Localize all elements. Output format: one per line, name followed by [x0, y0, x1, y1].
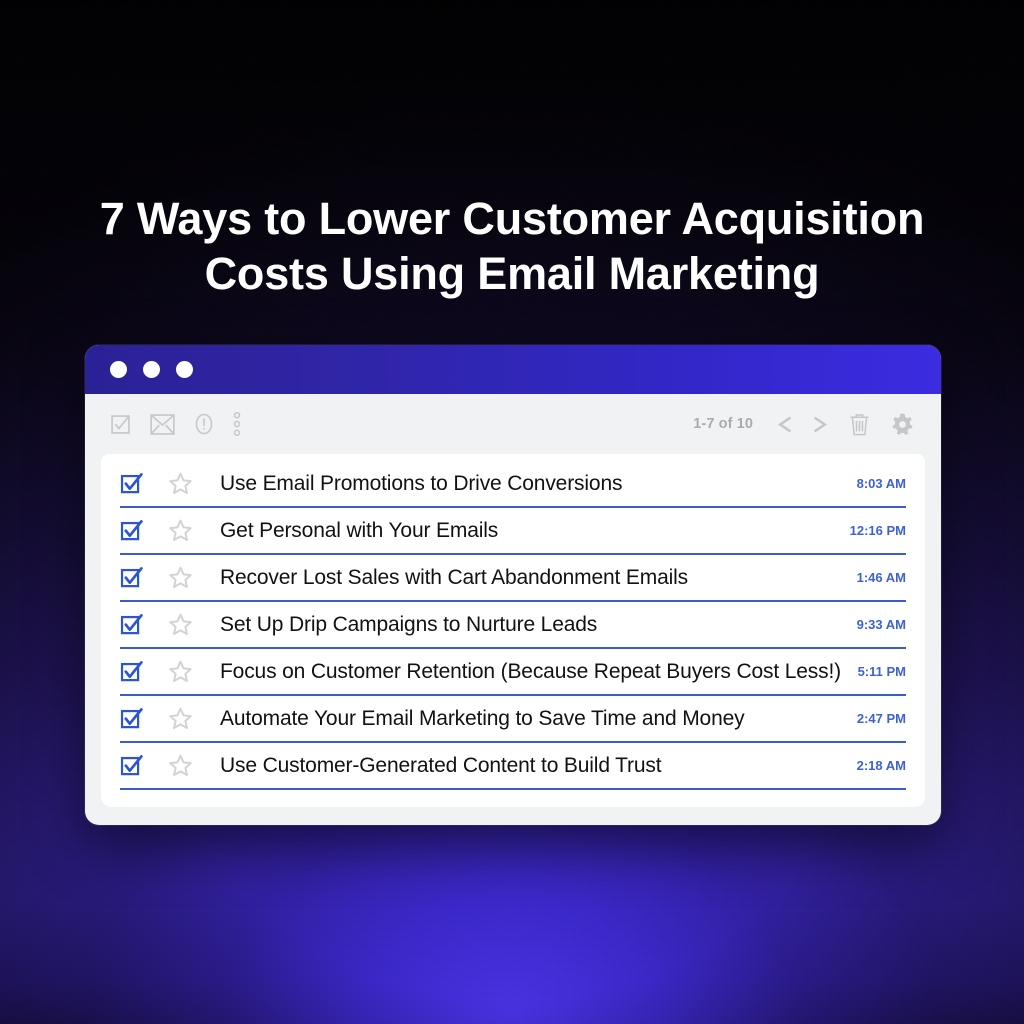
message-star-icon[interactable] [168, 706, 220, 731]
message-select-checkbox-icon[interactable] [120, 519, 168, 543]
poster-canvas: 7 Ways to Lower Customer Acquisition Cos… [0, 0, 1024, 1024]
message-star-icon[interactable] [168, 659, 220, 684]
message-subject: Get Personal with Your Emails [220, 518, 499, 542]
message-star-icon[interactable] [168, 753, 220, 778]
message-row[interactable]: Set Up Drip Campaigns to Nurture Leads 9:… [120, 602, 906, 649]
mark-as-unread-envelope-icon[interactable] [150, 413, 175, 435]
window-dot-maximize-icon[interactable] [176, 361, 193, 378]
message-row[interactable]: Use Customer-Generated Content to Build … [120, 743, 906, 790]
window-dot-minimize-icon[interactable] [143, 361, 160, 378]
message-select-checkbox-icon[interactable] [120, 707, 168, 731]
previous-page-chevron-left-icon[interactable] [776, 415, 793, 434]
mailbox-toolbar: 1-7 of 10 [85, 394, 941, 454]
toolbar-actions-left [109, 411, 241, 437]
message-timestamp: 9:33 AM [856, 617, 906, 632]
message-star-icon[interactable] [168, 612, 220, 637]
page-title: 7 Ways to Lower Customer Acquisition Cos… [0, 192, 1024, 302]
message-timestamp: 12:16 PM [849, 523, 906, 538]
message-star-icon[interactable] [168, 471, 220, 496]
select-all-checkbox-icon[interactable] [109, 413, 132, 436]
window-dot-close-icon[interactable] [110, 361, 127, 378]
message-row[interactable]: Focus on Customer Retention (Because Rep… [120, 649, 906, 696]
message-select-checkbox-icon[interactable] [120, 472, 168, 496]
message-subject: Use Customer-Generated Content to Build … [220, 753, 662, 777]
message-select-checkbox-icon[interactable] [120, 566, 168, 590]
pagination-count: 1-7 of 10 [693, 416, 753, 432]
message-timestamp: 8:03 AM [856, 476, 906, 491]
message-list: Use Email Promotions to Drive Conversion… [101, 454, 925, 807]
message-subject: Automate Your Email Marketing to Save Ti… [220, 706, 745, 730]
message-timestamp: 2:47 PM [856, 711, 906, 726]
settings-gear-icon[interactable] [890, 412, 915, 437]
message-star-icon[interactable] [168, 565, 220, 590]
message-timestamp: 5:11 PM [857, 664, 906, 679]
message-star-icon[interactable] [168, 518, 220, 543]
email-client-window: 1-7 of 10 Use Email Promotions to Drive … [85, 345, 941, 825]
message-subject: Set Up Drip Campaigns to Nurture Leads [220, 612, 598, 636]
message-timestamp: 1:46 AM [856, 570, 906, 585]
message-row[interactable]: Use Email Promotions to Drive Conversion… [120, 461, 906, 508]
delete-trash-icon[interactable] [848, 412, 871, 437]
toolbar-actions-right: 1-7 of 10 [693, 412, 915, 437]
headline-line-2: Costs Using Email Marketing [204, 247, 820, 299]
message-row[interactable]: Automate Your Email Marketing to Save Ti… [120, 696, 906, 743]
next-page-chevron-right-icon[interactable] [812, 415, 829, 434]
more-options-kebab-icon[interactable] [233, 411, 241, 437]
message-subject: Recover Lost Sales with Cart Abandonment… [220, 565, 689, 589]
headline-line-1: 7 Ways to Lower Customer Acquisition [99, 193, 925, 244]
message-select-checkbox-icon[interactable] [120, 754, 168, 778]
message-subject: Use Email Promotions to Drive Conversion… [220, 471, 623, 495]
message-select-checkbox-icon[interactable] [120, 613, 168, 637]
window-titlebar [85, 345, 941, 394]
report-spam-exclamation-icon[interactable] [193, 413, 215, 435]
message-row[interactable]: Get Personal with Your Emails 12:16 PM [120, 508, 906, 555]
message-select-checkbox-icon[interactable] [120, 660, 168, 684]
message-row[interactable]: Recover Lost Sales with Cart Abandonment… [120, 555, 906, 602]
message-subject: Focus on Customer Retention (Because Rep… [220, 659, 841, 683]
message-timestamp: 2:18 AM [856, 758, 906, 773]
